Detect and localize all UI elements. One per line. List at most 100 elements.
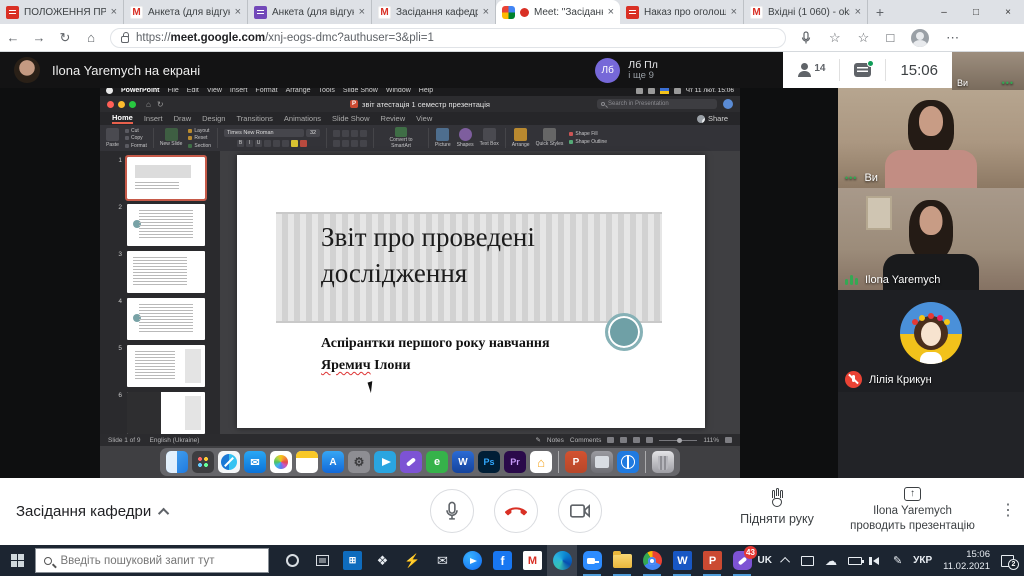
powerpoint-button[interactable]: P <box>697 545 727 576</box>
tab-label: Вхідні (1 060) - oksan <box>768 7 850 18</box>
presenter-banner: Ilona Yaremych на екрані <box>52 63 200 78</box>
browser-tab-gmail-3[interactable]: M Вхідні (1 060) - oksan × <box>744 0 868 24</box>
browser-tab-meet-active[interactable]: Meet: "Засідання × <box>496 0 620 24</box>
volume-icon[interactable] <box>873 557 879 565</box>
edge-button[interactable] <box>547 545 577 576</box>
word-button[interactable]: W <box>667 545 697 576</box>
close-icon[interactable]: × <box>855 6 861 18</box>
ppt-font-size: 32 <box>306 129 320 137</box>
battery-icon[interactable] <box>848 557 862 565</box>
ppt-font-group: Times New Roman 32 BIU <box>224 129 320 147</box>
close-window-button[interactable]: × <box>992 0 1024 24</box>
browser-tab-pdf-2[interactable]: Наказ про оголошен × <box>620 0 744 24</box>
meeting-details-button[interactable]: Засідання кафедри <box>16 503 169 520</box>
ppt-font-format-row: BIU <box>237 140 307 147</box>
ppt-language: English (Ukraine) <box>150 437 200 444</box>
video-tile-you[interactable]: •••Ви <box>838 86 1024 188</box>
minimize-button[interactable]: – <box>928 0 960 24</box>
ppt-view-reading-icon <box>633 437 640 443</box>
action-center-icon[interactable]: 2 <box>1001 555 1014 567</box>
zoom-icon <box>583 551 602 570</box>
ppt-view-slideshow-icon <box>646 437 653 443</box>
mac-tray-icon <box>636 88 643 94</box>
browser-tab-pdf-1[interactable]: ПОЛОЖЕННЯ ПРО ЗА × <box>0 0 124 24</box>
gmail-button[interactable]: M <box>517 545 547 576</box>
store-button[interactable]: ⊞ <box>337 545 367 576</box>
tab-groups-icon[interactable]: □ <box>886 30 894 45</box>
chrome-button[interactable] <box>637 545 667 576</box>
ppt-account-avatar <box>723 99 733 109</box>
close-icon[interactable]: × <box>359 6 365 18</box>
meet-icon <box>502 6 515 19</box>
cortana-button[interactable] <box>277 545 307 576</box>
browser-tab-strip: ПОЛОЖЕННЯ ПРО ЗА × M Анкета (для відгуку… <box>0 0 1024 24</box>
chrome-icon <box>643 551 662 570</box>
more-options-icon[interactable]: ⋮ <box>1000 500 1016 520</box>
collections-icon[interactable]: ☆ <box>858 30 870 46</box>
present-icon: ↑ <box>904 487 921 501</box>
video-tile-self-small[interactable]: Ви••• <box>952 52 1024 90</box>
onedrive-icon[interactable]: ☁ <box>825 554 837 568</box>
mic-permission-icon[interactable] <box>800 31 812 45</box>
forward-button[interactable]: → <box>26 30 52 45</box>
camera-toggle-button[interactable] <box>558 489 602 533</box>
chevron-up-icon <box>158 507 169 518</box>
window-controls: – □ × <box>928 0 1024 24</box>
browser-tab-gmail-2[interactable]: M Засідання кафедри - × <box>372 0 496 24</box>
back-button[interactable]: ← <box>0 30 26 45</box>
raise-hand-button[interactable]: Підняти руку <box>737 490 817 526</box>
close-icon[interactable]: × <box>111 6 117 18</box>
keyboard-lang-small[interactable]: UK <box>757 555 771 566</box>
presenting-status[interactable]: ↑ Ilona Yaremych проводить презентацію <box>845 487 980 534</box>
zoom-button[interactable] <box>577 545 607 576</box>
keyboard-layout-flag-icon <box>660 88 669 94</box>
start-button[interactable] <box>0 545 35 576</box>
mic-toggle-button[interactable] <box>430 489 474 533</box>
meet-header: Ilona Yaremych на екрані Лб Лб Пл і ще 9… <box>0 52 952 88</box>
tile-name-label: Ви••• <box>957 78 968 88</box>
browser-profile-avatar[interactable] <box>911 29 929 47</box>
leave-call-button[interactable] <box>494 489 538 533</box>
pen-icon[interactable]: ✎ <box>893 554 902 567</box>
ppt-convert-smartart-button: Convert to SmartArt <box>380 127 422 149</box>
ppt-clipboard-group: Cut Copy Format <box>125 128 147 149</box>
browser-menu-icon[interactable]: ⋯ <box>946 30 959 46</box>
ppt-paste-button: Paste <box>106 128 119 148</box>
task-view-button[interactable] <box>307 545 337 576</box>
tile-name-label: Лілія Крикун <box>845 371 932 388</box>
app-bolt-button[interactable]: ⚡ <box>397 545 427 576</box>
close-icon[interactable]: × <box>483 6 489 18</box>
close-icon[interactable]: × <box>608 6 614 18</box>
facebook-button[interactable]: f <box>487 545 517 576</box>
keyboard-lang[interactable]: УКР <box>913 555 932 566</box>
browser-tab-forms[interactable]: Анкета (для відгуку м × <box>248 0 372 24</box>
video-tile-ilona[interactable]: Ilona Yaremych <box>838 188 1024 290</box>
browser-tab-gmail-1[interactable]: M Анкета (для відгуку м × <box>124 0 248 24</box>
participants-group-avatar[interactable]: Лб <box>595 58 620 83</box>
video-tile-liliya[interactable]: Лілія Крикун <box>838 290 1024 392</box>
mail-button[interactable]: ✉ <box>427 545 457 576</box>
viber-button[interactable]: 43 <box>727 545 757 576</box>
bolt-icon: ⚡ <box>403 551 422 570</box>
mic-muted-icon <box>845 371 862 388</box>
home-button[interactable]: ⌂ <box>78 30 104 45</box>
chat-button[interactable] <box>854 63 871 77</box>
display-icon[interactable] <box>801 556 814 566</box>
favorites-star-icon[interactable]: ☆ <box>829 30 841 46</box>
tray-expand-icon[interactable] <box>780 557 790 567</box>
taskbar-search[interactable] <box>35 548 269 573</box>
close-icon[interactable]: × <box>235 6 241 18</box>
taskbar-search-input[interactable] <box>60 555 260 567</box>
dropbox-button[interactable]: ❖ <box>367 545 397 576</box>
tray-clock[interactable]: 15:06 11.02.2021 <box>943 549 990 573</box>
maximize-button[interactable]: □ <box>960 0 992 24</box>
url-field[interactable]: https://meet.google.com/xnj-eogs-dmc?aut… <box>110 28 786 48</box>
messenger-button[interactable] <box>457 545 487 576</box>
participants-button[interactable]: 14 <box>797 63 825 77</box>
new-tab-button[interactable]: + <box>868 0 892 24</box>
close-icon[interactable]: × <box>731 6 737 18</box>
reload-button[interactable]: ↻ <box>52 30 78 46</box>
ppt-new-slide-button: New Slide <box>160 128 183 148</box>
gmail-icon: M <box>523 551 542 570</box>
file-explorer-button[interactable] <box>607 545 637 576</box>
